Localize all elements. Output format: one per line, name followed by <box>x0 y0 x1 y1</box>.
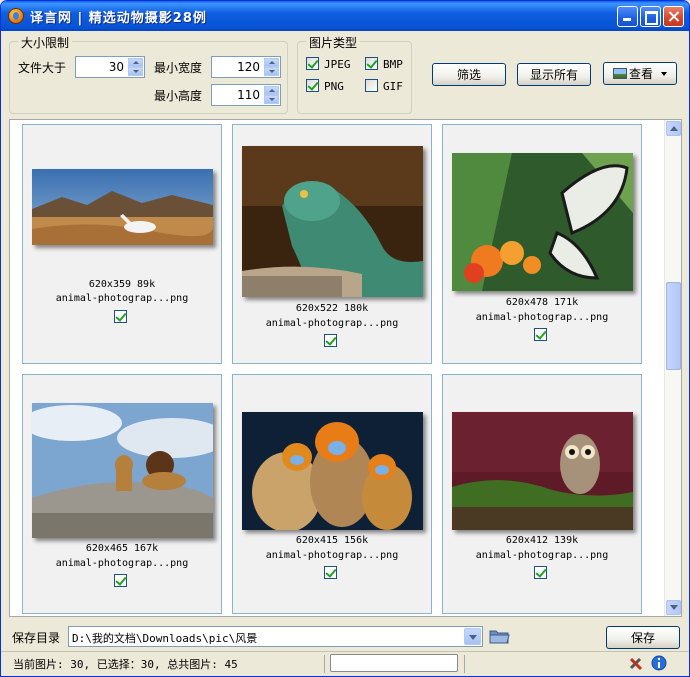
owl-photo <box>452 412 633 530</box>
image-card[interactable]: 620x478 171k animal-photograp...png <box>442 124 642 364</box>
filter-button[interactable]: 筛选 <box>432 63 506 86</box>
image-size: 620x465 167k <box>85 543 159 554</box>
spin-down-icon[interactable] <box>128 67 143 76</box>
spin-up-icon[interactable] <box>264 86 279 95</box>
image-filename: animal-photograp...png <box>475 312 609 323</box>
scroll-thumb[interactable] <box>666 282 681 370</box>
type-filter-group: 图片类型 <box>297 34 412 114</box>
bmp-checkbox[interactable] <box>365 57 378 70</box>
show-all-button[interactable]: 显示所有 <box>517 63 591 86</box>
window-title: 译言网 | 精选动物摄影28例 <box>30 10 207 26</box>
vertical-scrollbar[interactable] <box>664 120 681 616</box>
info-icon[interactable] <box>651 655 667 671</box>
image-card[interactable]: 620x522 180k animal-photograp...png <box>232 124 432 364</box>
lions-photo <box>32 403 213 538</box>
close-button[interactable] <box>663 6 684 27</box>
save-path-value: D:\我的文档\Downloads\pic\风景 <box>72 632 258 645</box>
png-checkbox[interactable] <box>306 79 319 92</box>
view-button[interactable]: 查看 <box>603 62 677 85</box>
file-size-spinner[interactable]: 30 <box>75 56 145 78</box>
status-separator <box>464 655 465 673</box>
scroll-down-icon[interactable] <box>666 600 681 615</box>
title-bar[interactable]: 译言网 | 精选动物摄影28例 <box>1 1 689 31</box>
close-icon <box>664 7 683 26</box>
image-filename: animal-photograp...png <box>55 293 189 304</box>
size-filter-legend: 大小限制 <box>18 34 73 51</box>
butterfly-photo <box>452 153 633 291</box>
spin-down-icon[interactable] <box>264 95 279 104</box>
image-filename: animal-photograp...png <box>475 550 609 561</box>
image-size: 620x478 171k <box>505 297 579 308</box>
spin-up-icon[interactable] <box>128 58 143 67</box>
view-button-label: 查看 <box>628 67 653 81</box>
gif-checkbox[interactable] <box>365 79 378 92</box>
min-width-arrows <box>264 58 279 76</box>
image-card[interactable]: 620x359 89k animal-photograp...png <box>22 124 222 364</box>
folder-icon[interactable] <box>489 628 510 645</box>
image-size: 620x359 89k <box>88 279 156 290</box>
minimize-button[interactable] <box>617 6 638 27</box>
min-width-label: 最小宽度 <box>154 61 203 75</box>
monkeys-photo <box>242 412 423 530</box>
jpeg-label: JPEG <box>324 58 351 71</box>
min-height-arrows <box>264 86 279 104</box>
image-select-checkbox[interactable] <box>114 310 127 323</box>
image-select-checkbox[interactable] <box>324 334 337 347</box>
dropdown-arrow-icon[interactable] <box>464 628 481 645</box>
maximize-button[interactable] <box>640 6 661 27</box>
image-select-checkbox[interactable] <box>534 566 547 579</box>
bmp-label: BMP <box>383 58 403 71</box>
image-filename: animal-photograp...png <box>265 550 399 561</box>
min-width-spinner[interactable]: 120 <box>211 56 281 78</box>
spin-down-icon[interactable] <box>264 67 279 76</box>
image-card[interactable]: 620x412 139k animal-photograp...png <box>442 374 642 614</box>
minimize-icon <box>618 7 637 26</box>
min-width-value: 120 <box>237 60 260 74</box>
scroll-up-icon[interactable] <box>666 121 681 136</box>
type-filter-legend: 图片类型 <box>306 34 361 51</box>
image-select-checkbox[interactable] <box>114 574 127 587</box>
image-filename: animal-photograp...png <box>55 558 189 569</box>
app-icon <box>8 8 24 24</box>
image-select-checkbox[interactable] <box>324 566 337 579</box>
status-bar: 当前图片: 30, 已选择：30, 总共图片: 45 <box>1 651 689 676</box>
tools-icon[interactable] <box>628 655 644 671</box>
file-size-arrows <box>128 58 143 76</box>
save-path-combo[interactable]: D:\我的文档\Downloads\pic\风景 <box>68 626 483 647</box>
filter-button-label: 筛选 <box>456 68 481 82</box>
save-dir-label: 保存目录 <box>12 631 61 645</box>
image-filename: animal-photograp...png <box>265 318 399 329</box>
status-separator <box>324 655 325 673</box>
image-card[interactable]: 620x465 167k animal-photograp...png <box>22 374 222 614</box>
jpeg-checkbox[interactable] <box>306 57 319 70</box>
dropdown-arrow-icon <box>661 71 667 76</box>
image-size: 620x522 180k <box>295 303 369 314</box>
min-height-value: 110 <box>237 88 260 102</box>
min-height-spinner[interactable]: 110 <box>211 84 281 106</box>
main-window: 译言网 | 精选动物摄影28例 大小限制 文件大于 30 最小宽度 120 最小… <box>0 0 690 677</box>
spin-up-icon[interactable] <box>264 58 279 67</box>
view-icon <box>612 68 627 79</box>
image-select-checkbox[interactable] <box>534 328 547 341</box>
save-button[interactable]: 保存 <box>606 626 680 649</box>
iguana-photo <box>242 146 423 297</box>
status-text: 当前图片: 30, 已选择：30, 总共图片: 45 <box>13 658 238 671</box>
image-size: 620x412 139k <box>505 535 579 546</box>
file-size-label: 文件大于 <box>18 61 67 75</box>
image-card[interactable]: 620x415 156k animal-photograp...png <box>232 374 432 614</box>
image-grid: 620x359 89k animal-photograp...png 620x5… <box>9 119 682 617</box>
horse-photo <box>32 169 213 245</box>
save-button-label: 保存 <box>630 631 655 645</box>
png-label: PNG <box>324 80 344 93</box>
image-size: 620x415 156k <box>295 535 369 546</box>
file-size-value: 30 <box>108 60 124 74</box>
status-progress-field <box>330 654 458 672</box>
maximize-icon <box>641 7 660 26</box>
show-all-button-label: 显示所有 <box>529 68 578 82</box>
title-buttons <box>617 6 684 27</box>
min-height-label: 最小高度 <box>154 89 203 103</box>
gif-label: GIF <box>383 80 403 93</box>
